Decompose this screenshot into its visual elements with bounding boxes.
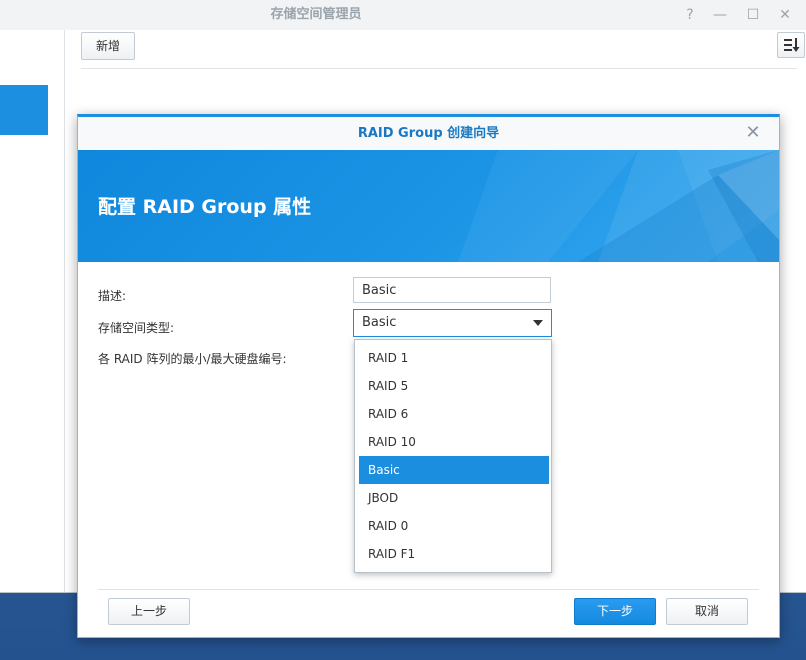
description-label: 描述: xyxy=(98,289,127,303)
sidebar xyxy=(0,30,65,592)
sidebar-item-selected[interactable] xyxy=(0,85,48,135)
minimize-icon[interactable]: — xyxy=(710,5,730,25)
storage-type-dropdown: RAID 1 RAID 5 RAID 6 RAID 10 Basic JBOD … xyxy=(354,339,552,573)
help-icon[interactable]: ? xyxy=(680,5,700,25)
dialog-close-icon[interactable]: ✕ xyxy=(743,123,763,143)
dropdown-option[interactable]: RAID 1 xyxy=(359,344,549,372)
new-button[interactable]: 新增 xyxy=(81,32,135,60)
next-button[interactable]: 下一步 xyxy=(574,598,656,625)
storage-type-select[interactable]: Basic xyxy=(353,309,552,337)
dialog-header[interactable]: RAID Group 创建向导 ✕ xyxy=(78,117,779,151)
cancel-button[interactable]: 取消 xyxy=(666,598,748,625)
wizard-banner: 配置 RAID Group 属性 xyxy=(78,150,779,262)
description-input[interactable]: Basic xyxy=(353,277,551,303)
dropdown-option[interactable]: RAID 6 xyxy=(359,400,549,428)
dialog-title: RAID Group 创建向导 xyxy=(357,126,500,141)
footer-divider xyxy=(98,589,759,590)
back-button[interactable]: 上一步 xyxy=(108,598,190,625)
sort-icon xyxy=(784,38,800,52)
raid-group-wizard-dialog: RAID Group 创建向导 ✕ 配置 RAID Group 属性 描述: B… xyxy=(77,114,780,638)
dropdown-option[interactable]: RAID F1 xyxy=(359,540,549,568)
maximize-icon[interactable]: ☐ xyxy=(743,5,763,25)
dropdown-option-selected[interactable]: Basic xyxy=(359,456,549,484)
dropdown-option[interactable]: JBOD xyxy=(359,484,549,512)
toolbar: 新增 xyxy=(81,30,805,69)
sort-button[interactable] xyxy=(777,32,805,58)
dropdown-option[interactable]: RAID 0 xyxy=(359,512,549,540)
chevron-down-icon xyxy=(533,320,543,326)
dropdown-option[interactable]: RAID 5 xyxy=(359,372,549,400)
disk-count-label: 各 RAID 阵列的最小/最大硬盘编号: xyxy=(98,352,287,366)
app-title: 存储空间管理员 xyxy=(270,7,362,22)
close-icon[interactable]: ✕ xyxy=(775,5,795,25)
storage-type-value: Basic xyxy=(362,315,397,330)
app-titlebar[interactable]: 存储空间管理员 ? — ☐ ✕ xyxy=(0,0,806,31)
banner-title: 配置 RAID Group 属性 xyxy=(98,196,312,218)
dropdown-option[interactable]: RAID 10 xyxy=(359,428,549,456)
storage-type-label: 存储空间类型: xyxy=(98,321,175,335)
